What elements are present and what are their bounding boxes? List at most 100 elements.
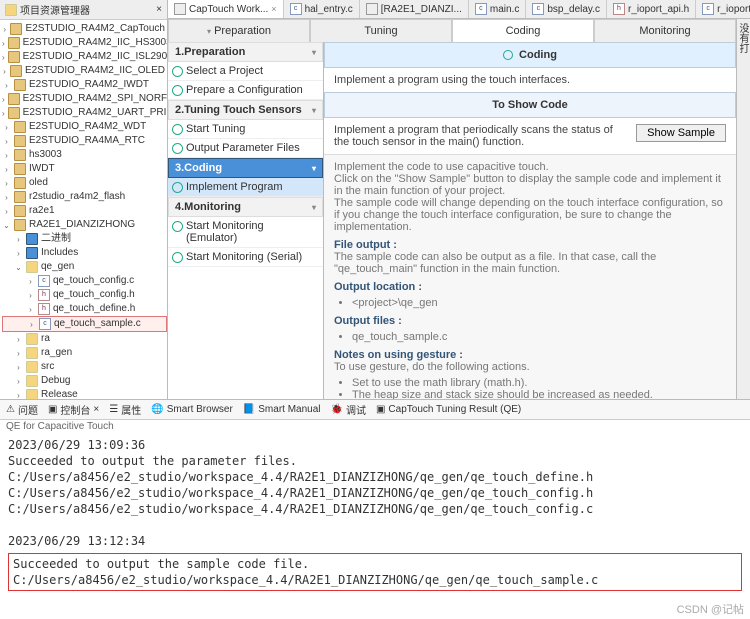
tree-proj[interactable]: ›E2STUDIO_RA4M2_IIC_OLED xyxy=(2,64,167,78)
label-file-output: File output : xyxy=(334,239,726,251)
step-start-tuning[interactable]: Start Tuning xyxy=(168,120,323,139)
tab-file[interactable]: cr_ioport.c xyxy=(696,0,750,18)
explorer-title-bar: 项目资源管理器 × xyxy=(0,0,167,20)
tree-proj[interactable]: ›E2STUDIO_RA4M2_IIC_HS3003 xyxy=(2,36,167,50)
log-line: Succeeded to output the parameter files. xyxy=(8,453,742,469)
tab-debug[interactable]: 🐞 调试 xyxy=(331,402,366,417)
wiztab-monitoring[interactable]: Monitoring xyxy=(594,19,736,42)
tree-proj[interactable]: ›E2STUDIO_RA4M2_WDT xyxy=(2,120,167,134)
file-icon xyxy=(174,3,186,15)
tab-smart-manual[interactable]: 📘 Smart Manual xyxy=(243,402,321,417)
collapsed-panel[interactable]: 没有打 xyxy=(736,19,750,399)
tab-tuning-result[interactable]: ▣ CapTouch Tuning Result (QE) xyxy=(376,402,521,417)
tree-folder[interactable]: ›src xyxy=(2,360,167,374)
tree-file-h[interactable]: ›hqe_touch_config.h xyxy=(2,288,167,302)
step-output-params[interactable]: Output Parameter Files xyxy=(168,139,323,158)
wiztab-tuning[interactable]: Tuning xyxy=(310,19,452,42)
log-line: C:/Users/a8456/e2_studio/workspace_4.4/R… xyxy=(8,469,742,485)
log-line: 2023/06/29 13:09:36 xyxy=(8,437,742,453)
tab-problems[interactable]: ⚠ 问题 xyxy=(6,402,38,417)
tab-file[interactable]: chal_entry.c xyxy=(284,0,360,18)
tab-file[interactable]: cbsp_delay.c xyxy=(526,0,607,18)
step-implement-program[interactable]: Implement Program xyxy=(168,178,323,197)
tab-smart-browser[interactable]: 🌐 Smart Browser xyxy=(151,402,233,417)
tab-file[interactable]: cmain.c xyxy=(469,0,526,18)
show-sample-button[interactable]: Show Sample xyxy=(636,124,726,142)
log-line: 2023/06/29 13:12:34 xyxy=(8,533,742,549)
tab-file[interactable]: hr_ioport_api.h xyxy=(607,0,696,18)
wiztab-preparation[interactable]: ▾ Preparation xyxy=(168,19,310,42)
content-subheading: To Show Code xyxy=(324,92,736,118)
wizard-steps: 1.Preparation▾ Select a Project Prepare … xyxy=(168,42,324,399)
console-output[interactable]: 2023/06/29 13:09:36 Succeeded to output … xyxy=(0,433,750,595)
tree-proj[interactable]: ›E2STUDIO_RA4M2_IWDT xyxy=(2,78,167,92)
content-text: The sample code will change depending on… xyxy=(334,197,726,233)
close-icon[interactable]: × xyxy=(271,4,276,14)
log-line: C:/Users/a8456/e2_studio/workspace_4.4/R… xyxy=(8,485,742,501)
editor-area: CapTouch Work...× chal_entry.c [RA2E1_DI… xyxy=(168,0,750,399)
log-line: C:/Users/a8456/e2_studio/workspace_4.4/R… xyxy=(8,501,742,517)
content-text: Implement a program that periodically sc… xyxy=(334,124,628,148)
tree-folder[interactable]: ›Includes xyxy=(2,246,167,260)
c-file-icon: c xyxy=(532,3,544,15)
editor-tabs: CapTouch Work...× chal_entry.c [RA2E1_DI… xyxy=(168,0,750,19)
c-file-icon: c xyxy=(475,3,487,15)
watermark: CSDN @记帖 xyxy=(677,601,744,617)
tree-proj-open[interactable]: ⌄RA2E1_DIANZIZHONG xyxy=(2,218,167,232)
tree-file-h[interactable]: ›hqe_touch_define.h xyxy=(2,302,167,316)
project-tree[interactable]: ›E2STUDIO_RA4M2_CapTouch ›E2STUDIO_RA4M2… xyxy=(0,20,167,399)
highlighted-log: Succeeded to output the sample code file… xyxy=(8,553,742,591)
list-item: qe_touch_sample.c xyxy=(352,331,726,343)
section-tuning[interactable]: 2.Tuning Touch Sensors▾ xyxy=(168,100,323,120)
section-coding[interactable]: 3.Coding▾ xyxy=(168,158,323,178)
wiztab-coding[interactable]: Coding xyxy=(452,19,594,42)
step-prepare-config[interactable]: Prepare a Configuration xyxy=(168,81,323,100)
tree-proj[interactable]: ›E2STUDIO_RA4M2_UART_PRINTF xyxy=(2,106,167,120)
close-icon[interactable]: × xyxy=(156,4,162,15)
step-monitor-serial[interactable]: Start Monitoring (Serial) xyxy=(168,248,323,267)
tree-proj[interactable]: ›E2STUDIO_RA4M2_IIC_ISL29035 xyxy=(2,50,167,64)
content-text: The sample code can also be output as a … xyxy=(334,251,726,275)
tree-proj[interactable]: ›ra2e1 xyxy=(2,204,167,218)
content-text: To use gesture, do the following actions… xyxy=(334,361,726,373)
tree-proj[interactable]: ›E2STUDIO_RA4MA_RTC xyxy=(2,134,167,148)
bottom-view-tabs: ⚠ 问题 ▣ 控制台 × ☰ 属性 🌐 Smart Browser 📘 Smar… xyxy=(0,400,750,420)
tree-proj[interactable]: ›IWDT xyxy=(2,162,167,176)
tree-proj[interactable]: ›E2STUDIO_RA4M2_SPI_NORFLASH xyxy=(2,92,167,106)
tree-folder[interactable]: ›二进制 xyxy=(2,232,167,246)
wizard-content: Coding Implement a program using the tou… xyxy=(324,42,736,399)
tree-folder[interactable]: ›ra xyxy=(2,332,167,346)
step-select-project[interactable]: Select a Project xyxy=(168,62,323,81)
tree-proj[interactable]: ›oled xyxy=(2,176,167,190)
c-file-icon: c xyxy=(702,3,714,15)
explorer-title: 项目资源管理器 xyxy=(20,2,90,17)
tab-console[interactable]: ▣ 控制台 × xyxy=(48,402,99,417)
console-title: QE for Capacitive Touch xyxy=(0,420,750,433)
list-item: <project>\qe_gen xyxy=(352,297,726,309)
list-item: The heap size and stack size should be i… xyxy=(352,389,726,399)
tree-folder[interactable]: ›Release xyxy=(2,388,167,399)
tree-folder[interactable]: ›Debug xyxy=(2,374,167,388)
tab-file[interactable]: [RA2E1_DIANZI... xyxy=(360,0,469,18)
tree-folder[interactable]: ›ra_gen xyxy=(2,346,167,360)
check-icon xyxy=(503,50,513,60)
tree-folder-open[interactable]: ⌄qe_gen xyxy=(2,260,167,274)
label-output-location: Output location : xyxy=(334,281,726,293)
tab-properties[interactable]: ☰ 属性 xyxy=(109,402,141,417)
log-line: Succeeded to output the sample code file… xyxy=(13,556,737,572)
label-notes-gesture: Notes on using gesture : xyxy=(334,349,726,361)
tab-captouch[interactable]: CapTouch Work...× xyxy=(168,0,284,19)
section-monitoring[interactable]: 4.Monitoring▾ xyxy=(168,197,323,217)
tree-proj[interactable]: ›E2STUDIO_RA4M2_CapTouch xyxy=(2,22,167,36)
tree-proj[interactable]: ›r2studio_ra4m2_flash xyxy=(2,190,167,204)
content-text: Click on the "Show Sample" button to dis… xyxy=(334,173,726,197)
tree-file-c-selected[interactable]: ›cqe_touch_sample.c xyxy=(2,316,167,332)
tree-proj[interactable]: ›hs3003 xyxy=(2,148,167,162)
project-explorer: 项目资源管理器 × ›E2STUDIO_RA4M2_CapTouch ›E2ST… xyxy=(0,0,168,399)
wizard-phase-tabs: ▾ Preparation Tuning Coding Monitoring xyxy=(168,19,736,42)
section-preparation[interactable]: 1.Preparation▾ xyxy=(168,42,323,62)
content-heading: Coding xyxy=(324,42,736,68)
tree-file-c[interactable]: ›cqe_touch_config.c xyxy=(2,274,167,288)
step-monitor-emulator[interactable]: Start Monitoring (Emulator) xyxy=(168,217,323,248)
file-icon xyxy=(366,3,378,15)
